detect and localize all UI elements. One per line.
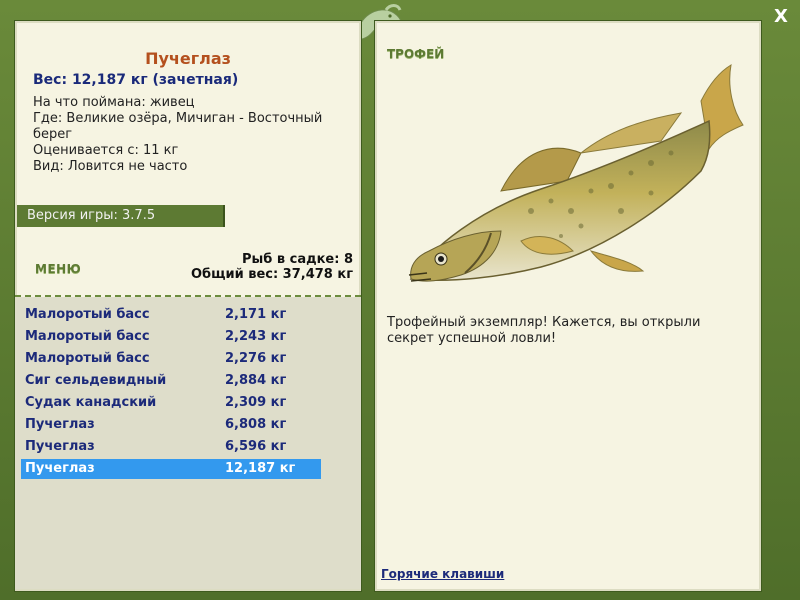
catch-row[interactable]: Малоротый басс 2,171 кг — [21, 305, 321, 325]
catch-row-selected[interactable]: Пучеглаз 12,187 кг — [21, 459, 321, 479]
fish-count: Рыб в садке: 8 — [241, 252, 353, 267]
hotkeys-link[interactable]: Горячие клавиши — [381, 567, 504, 581]
detail-rating: Оценивается с: 11 кг — [33, 143, 179, 158]
menu-button[interactable]: МЕНЮ — [35, 262, 81, 276]
catch-weight: 2,309 кг — [225, 395, 287, 410]
detail-rarity: Вид: Ловится не часто — [33, 159, 188, 174]
catch-name: Пучеглаз — [25, 461, 95, 476]
catch-row[interactable]: Пучеглаз 6,596 кг — [21, 437, 321, 457]
catch-name: Малоротый басс — [25, 351, 150, 366]
fish-info-panel: Пучеглаз Вес: 12,187 кг (зачетная) На чт… — [14, 20, 362, 592]
catch-weight: 2,276 кг — [225, 351, 287, 366]
keepnet-stats: Рыб в садке: 8 Общий вес: 37,478 кг — [191, 252, 353, 282]
catch-name: Пучеглаз — [25, 439, 95, 454]
catch-weight: 2,171 кг — [225, 307, 287, 322]
trophy-title: ТРОФЕЙ — [387, 47, 445, 61]
catch-weight: 12,187 кг — [225, 461, 296, 476]
catch-weight: 2,243 кг — [225, 329, 287, 344]
catch-name: Пучеглаз — [25, 417, 95, 432]
close-button[interactable]: X — [770, 6, 792, 28]
catch-name: Малоротый басс — [25, 329, 150, 344]
catch-name: Судак канадский — [25, 395, 157, 410]
window-frame: X Пучеглаз Вес: 12,187 кг (зачетная) На … — [0, 0, 800, 600]
catch-name: Малоротый басс — [25, 307, 150, 322]
fish-details: На что поймана: живец Где: Великие озёра… — [33, 95, 349, 175]
catch-row[interactable]: Сиг сельдевидный 2,884 кг — [21, 371, 321, 391]
trophy-panel: ТРОФЕЙ Трофейный экземпляр! Кажется, вы … — [374, 20, 762, 592]
catch-name: Сиг сельдевидный — [25, 373, 167, 388]
total-weight: Общий вес: 37,478 кг — [190, 267, 353, 282]
catch-row[interactable]: Малоротый басс 2,243 кг — [21, 327, 321, 347]
catch-row[interactable]: Пучеглаз 6,808 кг — [21, 415, 321, 435]
catch-list: Малоротый басс 2,171 кг Малоротый басс 2… — [15, 297, 361, 589]
catch-row[interactable]: Судак канадский 2,309 кг — [21, 393, 321, 413]
detail-bait: На что поймана: живец — [33, 95, 195, 110]
fish-name: Пучеглаз — [145, 49, 231, 68]
catch-weight: 2,884 кг — [225, 373, 287, 388]
fish-weight: Вес: 12,187 кг (зачетная) — [33, 72, 239, 88]
version-label: Версия игры: 3.7.5 — [17, 205, 225, 227]
trophy-message: Трофейный экземпляр! Кажется, вы открыли… — [387, 315, 701, 346]
catch-weight: 6,596 кг — [225, 439, 287, 454]
catch-row[interactable]: Малоротый басс 2,276 кг — [21, 349, 321, 369]
catch-weight: 6,808 кг — [225, 417, 287, 432]
detail-location: Где: Великие озёра, Мичиган - Восточный … — [33, 111, 323, 142]
walleye-fish-illustration-icon — [408, 64, 744, 282]
